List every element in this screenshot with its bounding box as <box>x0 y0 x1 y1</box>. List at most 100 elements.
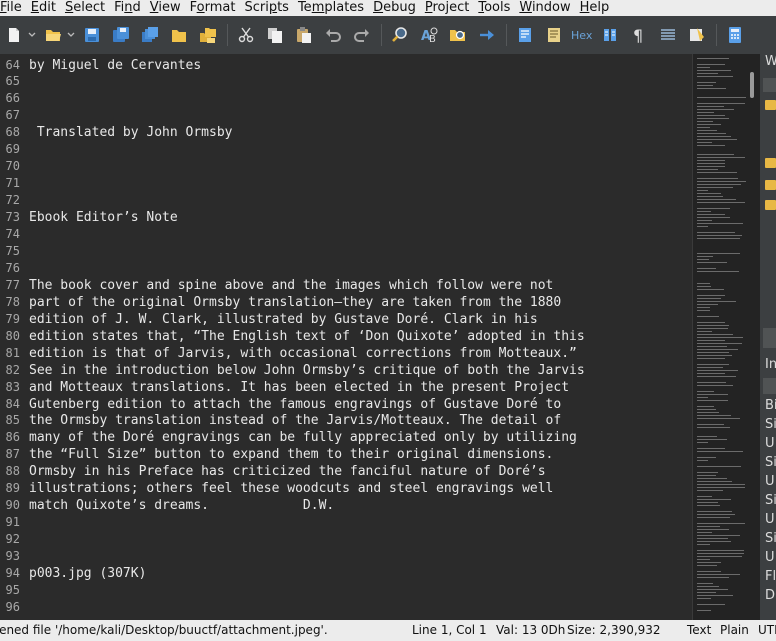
inspector-item[interactable]: U <box>765 472 775 491</box>
menu-debug[interactable]: Debug <box>369 0 421 16</box>
folder-icon[interactable] <box>167 23 191 47</box>
save-as-icon[interactable] <box>109 23 133 47</box>
find-in-files-icon[interactable] <box>446 23 470 47</box>
inspector-item[interactable]: U <box>765 510 775 529</box>
undo-icon[interactable] <box>321 23 345 47</box>
minimap-line <box>697 196 723 197</box>
menu-find[interactable]: Find <box>110 0 146 16</box>
hex-icon[interactable]: Hex <box>571 29 592 42</box>
save-icon[interactable] <box>80 23 104 47</box>
inspector-item[interactable]: Si <box>765 415 776 434</box>
line-number: 80 <box>5 328 20 343</box>
code-line[interactable]: edition states that, “The English text o… <box>29 328 585 345</box>
calculator-icon[interactable] <box>723 23 747 47</box>
code-area[interactable]: by Miguel de Cervantes Translated by Joh… <box>29 54 689 620</box>
edit-mode[interactable]: Text <box>687 623 711 638</box>
code-line[interactable]: by Miguel de Cervantes <box>29 57 201 74</box>
line-number: 76 <box>5 260 20 275</box>
menu-select[interactable]: Select <box>61 0 110 16</box>
code-line[interactable]: Ebook Editor’s Note <box>29 209 178 226</box>
code-line[interactable]: edition is that of Jarvis, with occasion… <box>29 345 577 362</box>
find-replace-icon[interactable]: AB <box>417 23 441 47</box>
chevron-down-icon[interactable] <box>27 23 37 47</box>
code-line[interactable]: the Ormsby translation instead of the Ja… <box>29 412 561 429</box>
line-number: 91 <box>5 515 20 530</box>
pilcrow-icon[interactable]: ¶ <box>627 23 651 47</box>
word-wrap-icon[interactable] <box>513 23 537 47</box>
line-number: 95 <box>5 582 20 597</box>
highlight-icon[interactable] <box>685 23 709 47</box>
minimap-line <box>697 115 725 116</box>
inspector-item[interactable]: Si <box>765 491 776 510</box>
inspector-item[interactable]: D <box>765 586 775 605</box>
cut-icon[interactable] <box>234 23 258 47</box>
paste-icon[interactable] <box>292 23 316 47</box>
copy-icon[interactable] <box>263 23 287 47</box>
code-line[interactable]: Translated by John Ormsby <box>29 124 233 141</box>
redo-icon[interactable] <box>350 23 374 47</box>
save-all-icon[interactable] <box>138 23 162 47</box>
menu-project[interactable]: Project <box>421 0 475 16</box>
line-number: 87 <box>5 447 20 462</box>
minimap-line <box>697 481 732 482</box>
code-line[interactable]: See in the introduction below John Ormsb… <box>29 362 585 379</box>
code-line[interactable]: many of the Doré engravings can be fully… <box>29 429 577 446</box>
code-line[interactable]: The book cover and spine above and the i… <box>29 277 553 294</box>
code-line[interactable]: edition of J. W. Clark, illustrated by G… <box>29 311 538 328</box>
folder-icon[interactable] <box>765 180 776 190</box>
inspector-item[interactable]: Si <box>765 453 776 472</box>
code-line[interactable]: Ormsby in his Preface has criticized the… <box>29 463 546 480</box>
inspector-item[interactable]: U <box>765 434 775 453</box>
cursor-position[interactable]: Line 1, Col 1 <box>412 623 487 638</box>
menu-help[interactable]: Help <box>576 0 615 16</box>
syntax-mode[interactable]: Plain <box>720 623 749 638</box>
folder-icon[interactable] <box>765 158 776 168</box>
folder-icon[interactable] <box>765 100 776 110</box>
minimap-line <box>697 370 738 371</box>
minimap-line <box>697 373 725 374</box>
line-number: 92 <box>5 532 20 547</box>
menu-tools[interactable]: Tools <box>474 0 515 16</box>
open-multiple-icon[interactable] <box>196 23 220 47</box>
code-line[interactable]: Gutenberg edition to attach the famous e… <box>29 396 561 413</box>
bookmark-icon[interactable] <box>542 23 566 47</box>
chevron-down-icon[interactable] <box>66 23 76 47</box>
panel-splitter[interactable] <box>763 328 776 348</box>
code-line[interactable]: the “Full Size” button to expand them to… <box>29 446 553 463</box>
menu-view[interactable]: View <box>146 0 186 16</box>
code-line[interactable]: part of the original Ormsby translation—… <box>29 294 561 311</box>
minimap-line <box>697 349 738 350</box>
inspector-item[interactable]: Si <box>765 529 776 548</box>
menu-window[interactable]: Window <box>515 0 575 16</box>
minimap-line <box>697 517 730 518</box>
line-number: 85 <box>5 413 20 428</box>
inspector-item[interactable]: Fl <box>765 567 776 586</box>
code-line[interactable]: p003.jpg (307K) <box>29 565 146 582</box>
menu-edit[interactable]: Edit <box>27 0 61 16</box>
minimap-scrollbar[interactable] <box>750 72 754 98</box>
minimap-line <box>697 193 721 194</box>
find-icon[interactable] <box>388 23 412 47</box>
inspector-item[interactable]: U <box>765 548 775 567</box>
minimap-line <box>697 544 710 545</box>
folder-icon[interactable] <box>765 200 776 210</box>
open-folder-icon[interactable] <box>41 23 65 47</box>
minimap[interactable] <box>692 54 760 620</box>
code-line[interactable]: and Motteaux translations. It has been e… <box>29 379 569 396</box>
code-line[interactable]: illustrations; others feel these woodcut… <box>29 480 553 497</box>
menu-scripts[interactable]: Scripts <box>240 0 294 16</box>
menu-file[interactable]: File <box>0 0 27 16</box>
goto-icon[interactable] <box>475 23 499 47</box>
code-line[interactable]: match Quixote’s dreams. D.W. <box>29 497 334 514</box>
columns-icon[interactable] <box>656 23 680 47</box>
encoding[interactable]: UTF-8 <box>758 623 776 638</box>
text-editor[interactable]: 64 65 66 67 68 69 70 71 72 73 74 75 76 77 78 79 80 81 82 83… <box>0 54 692 620</box>
minimap-line <box>697 514 735 515</box>
menu-templates[interactable]: Templates <box>294 0 369 16</box>
inspector-item[interactable]: Bi <box>765 396 776 415</box>
minimap-line <box>697 289 724 290</box>
paragraph-icon[interactable] <box>598 23 622 47</box>
menu-format[interactable]: Format <box>186 0 241 16</box>
minimap-line <box>697 184 741 185</box>
new-file-icon[interactable] <box>2 23 26 47</box>
